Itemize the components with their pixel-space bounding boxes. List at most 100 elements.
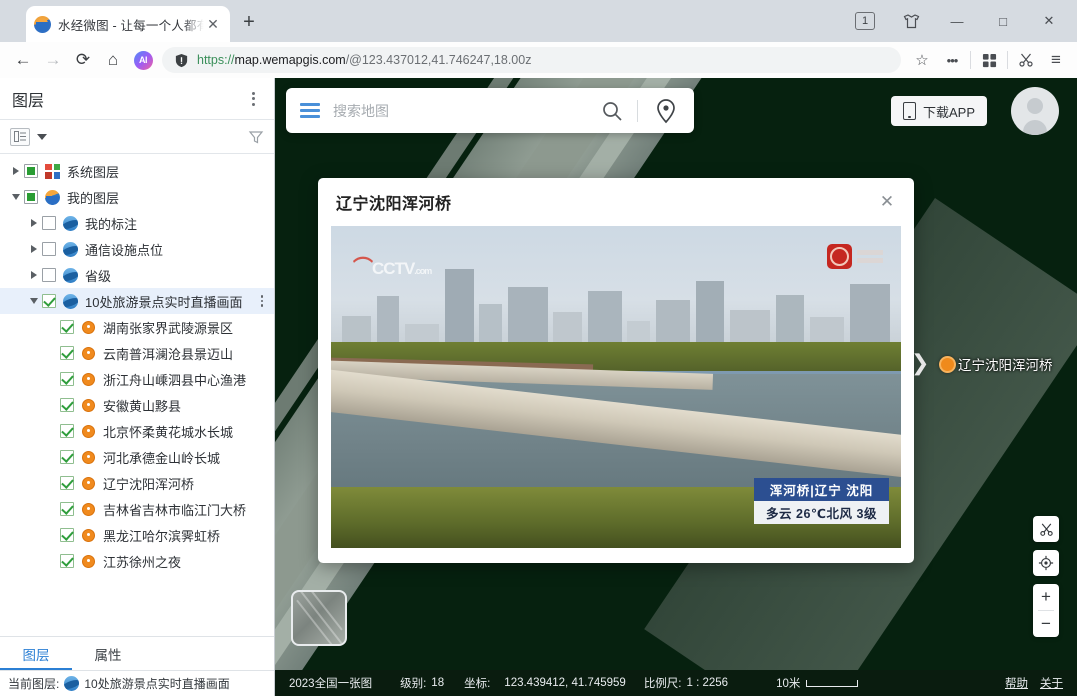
- layer-row[interactable]: 浙江舟山嵊泗县中心渔港: [0, 366, 274, 392]
- layer-checkbox[interactable]: [42, 294, 56, 308]
- scalebar-graphic: [806, 679, 859, 687]
- help-link[interactable]: 帮助: [1005, 675, 1028, 691]
- browser-tab[interactable]: 水经微图 - 让每一个人都有自 ✕: [26, 6, 230, 42]
- layer-row[interactable]: 吉林省吉林市临江门大桥: [0, 496, 274, 522]
- map-search-bar[interactable]: 搜索地图: [286, 88, 694, 133]
- point-icon: [80, 319, 97, 336]
- layer-row[interactable]: 省级: [0, 262, 274, 288]
- forward-icon[interactable]: →: [38, 45, 68, 75]
- layer-row[interactable]: 10处旅游景点实时直播画面: [0, 288, 274, 314]
- maximize-button[interactable]: □: [981, 6, 1025, 36]
- chevron-down-icon[interactable]: [37, 133, 47, 140]
- layer-checkbox[interactable]: [24, 190, 38, 204]
- crosshair-locate-icon[interactable]: [1033, 550, 1059, 576]
- layer-row[interactable]: 北京怀柔黄花城水长城: [0, 418, 274, 444]
- twisty-closed-icon[interactable]: [26, 215, 42, 231]
- layer-row[interactable]: 我的图层: [0, 184, 274, 210]
- back-icon[interactable]: ←: [8, 45, 38, 75]
- search-icon[interactable]: [601, 100, 623, 122]
- layer-checkbox[interactable]: [42, 216, 56, 230]
- address-bar[interactable]: https://map.wemapgis.com/@123.437012,41.…: [162, 47, 901, 73]
- layer-label: 辽宁沈阳浑河桥: [103, 476, 195, 492]
- search-divider: [637, 99, 638, 122]
- layer-row[interactable]: 河北承德金山岭长城: [0, 444, 274, 470]
- layer-checkbox[interactable]: [60, 320, 74, 334]
- ai-assistant-icon[interactable]: AI: [128, 45, 158, 75]
- tab-strip: 水经微图 - 让每一个人都有自 ✕ + 1 — □ ✕: [0, 0, 1077, 42]
- popup-header: 辽宁沈阳浑河桥 ✕: [318, 178, 914, 226]
- zoom-in-button[interactable]: +: [1033, 584, 1059, 610]
- marker-label: 辽宁沈阳浑河桥: [958, 358, 1053, 373]
- layer-checkbox[interactable]: [60, 476, 74, 490]
- layer-checkbox[interactable]: [42, 268, 56, 282]
- popup-title: 辽宁沈阳浑河桥: [336, 196, 452, 213]
- screenshot-scissors-icon[interactable]: [1011, 45, 1041, 75]
- new-tab-button[interactable]: +: [238, 12, 260, 34]
- theme-skin-icon[interactable]: [889, 6, 933, 36]
- live-video-player[interactable]: ⌒CCTV.com 浑河桥|辽宁 沈阳 多云 26℃北风 3级: [331, 226, 901, 548]
- twisty-open-icon[interactable]: [26, 293, 42, 309]
- twisty-closed-icon[interactable]: [26, 267, 42, 283]
- tab-count-button[interactable]: 1: [843, 6, 887, 36]
- more-options-icon[interactable]: •••: [937, 45, 967, 75]
- layer-checkbox[interactable]: [60, 554, 74, 568]
- twisty-open-icon[interactable]: [8, 189, 24, 205]
- funnel-icon[interactable]: [248, 129, 264, 145]
- panel-menu-icon[interactable]: [244, 90, 262, 108]
- twisty-closed-icon[interactable]: [26, 241, 42, 257]
- map-marker[interactable]: 辽宁沈阳浑河桥: [939, 354, 1053, 374]
- layer-row[interactable]: 江苏徐州之夜: [0, 548, 274, 574]
- layer-row[interactable]: 安徽黄山黟县: [0, 392, 274, 418]
- scissors-measure-icon[interactable]: [1033, 516, 1059, 542]
- layer-checkbox[interactable]: [60, 450, 74, 464]
- home-icon[interactable]: ⌂: [98, 45, 128, 75]
- url-text: https://map.wemapgis.com/@123.437012,41.…: [197, 53, 531, 67]
- layer-checkbox[interactable]: [60, 372, 74, 386]
- close-icon[interactable]: ✕: [878, 192, 896, 211]
- zoom-out-button[interactable]: −: [1033, 611, 1059, 637]
- layer-row[interactable]: 通信设施点位: [0, 236, 274, 262]
- minimize-button[interactable]: —: [935, 6, 979, 36]
- layer-row-menu-icon[interactable]: [256, 295, 268, 307]
- layer-row[interactable]: 云南普洱澜沧县景迈山: [0, 340, 274, 366]
- layer-checkbox[interactable]: [60, 528, 74, 542]
- browser-menu-icon[interactable]: ≡: [1041, 45, 1071, 75]
- map-canvas[interactable]: 搜索地图 下载APP 辽宁沈阳浑河桥 ✕ ⌒CCTV.com 浑河桥|辽宁 沈阳…: [275, 78, 1077, 696]
- map-pin-icon[interactable]: [652, 97, 680, 125]
- list-view-icon[interactable]: [10, 127, 30, 146]
- layer-row[interactable]: 我的标注: [0, 210, 274, 236]
- panel-title: 图层: [12, 92, 45, 110]
- layer-row[interactable]: 湖南张家界武陵源景区: [0, 314, 274, 340]
- layer-checkbox[interactable]: [24, 164, 38, 178]
- status-links: 帮助 关于: [1005, 675, 1063, 691]
- layer-checkbox[interactable]: [60, 424, 74, 438]
- video-overlay-caption: 浑河桥|辽宁 沈阳 多云 26℃北风 3级: [754, 478, 889, 524]
- tab-properties[interactable]: 属性: [72, 637, 144, 670]
- apps-grid-icon[interactable]: [974, 45, 1004, 75]
- layer-row[interactable]: 辽宁沈阳浑河桥: [0, 470, 274, 496]
- layer-checkbox[interactable]: [60, 502, 74, 516]
- close-tab-icon[interactable]: ✕: [204, 15, 222, 33]
- tab-layers[interactable]: 图层: [0, 637, 72, 670]
- layer-checkbox[interactable]: [60, 346, 74, 360]
- overlay-location: 浑河桥|辽宁 沈阳: [754, 478, 889, 501]
- layer-row[interactable]: 系统图层: [0, 158, 274, 184]
- download-app-button[interactable]: 下载APP: [890, 96, 987, 126]
- about-link[interactable]: 关于: [1040, 675, 1063, 691]
- twisty-closed-icon[interactable]: [8, 163, 24, 179]
- layer-row[interactable]: 黑龙江哈尔滨霁虹桥: [0, 522, 274, 548]
- reload-icon[interactable]: ⟳: [68, 45, 98, 75]
- layer-checkbox[interactable]: [60, 398, 74, 412]
- layer-label: 湖南张家界武陵源景区: [103, 320, 234, 336]
- minimap-thumbnail[interactable]: [291, 590, 347, 646]
- bookmark-star-icon[interactable]: ☆: [907, 45, 937, 75]
- search-input[interactable]: 搜索地图: [333, 101, 601, 121]
- hamburger-icon[interactable]: [300, 103, 320, 118]
- user-avatar[interactable]: [1011, 87, 1059, 135]
- url-path: /@123.437012,41.746247,18.00z: [345, 53, 532, 67]
- layer-checkbox[interactable]: [42, 242, 56, 256]
- point-icon: [80, 397, 97, 414]
- close-window-button[interactable]: ✕: [1027, 6, 1071, 36]
- point-icon: [80, 449, 97, 466]
